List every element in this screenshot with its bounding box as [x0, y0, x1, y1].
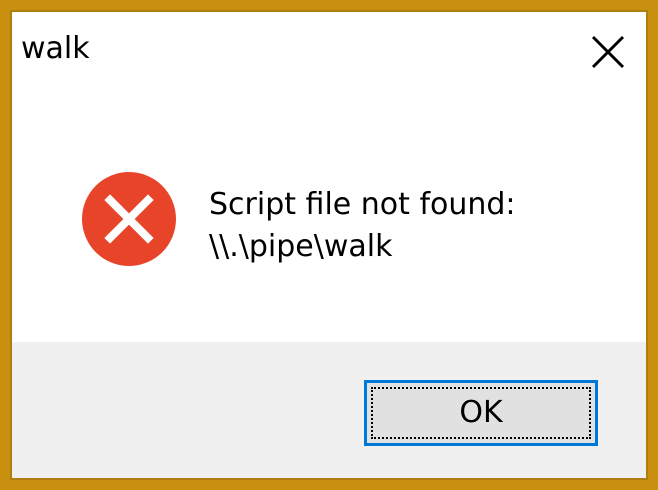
window-title: walk [21, 31, 90, 66]
dialog-content: Script file not found: \\.\pipe\walk [12, 92, 646, 342]
close-button[interactable] [588, 32, 628, 72]
error-message-line-2: \\.\pipe\walk [209, 229, 393, 264]
close-icon [591, 35, 625, 69]
error-icon [82, 172, 176, 266]
message-box-window: walk Script file not found: \\.\pipe\wal… [10, 10, 648, 480]
title-bar: walk [12, 12, 646, 92]
ok-button[interactable]: OK [364, 380, 598, 446]
error-message: Script file not found: \\.\pipe\walk [209, 184, 516, 268]
ok-button-label: OK [459, 395, 503, 430]
button-bar: OK [12, 342, 646, 478]
error-message-line-1: Script file not found: [209, 187, 516, 222]
